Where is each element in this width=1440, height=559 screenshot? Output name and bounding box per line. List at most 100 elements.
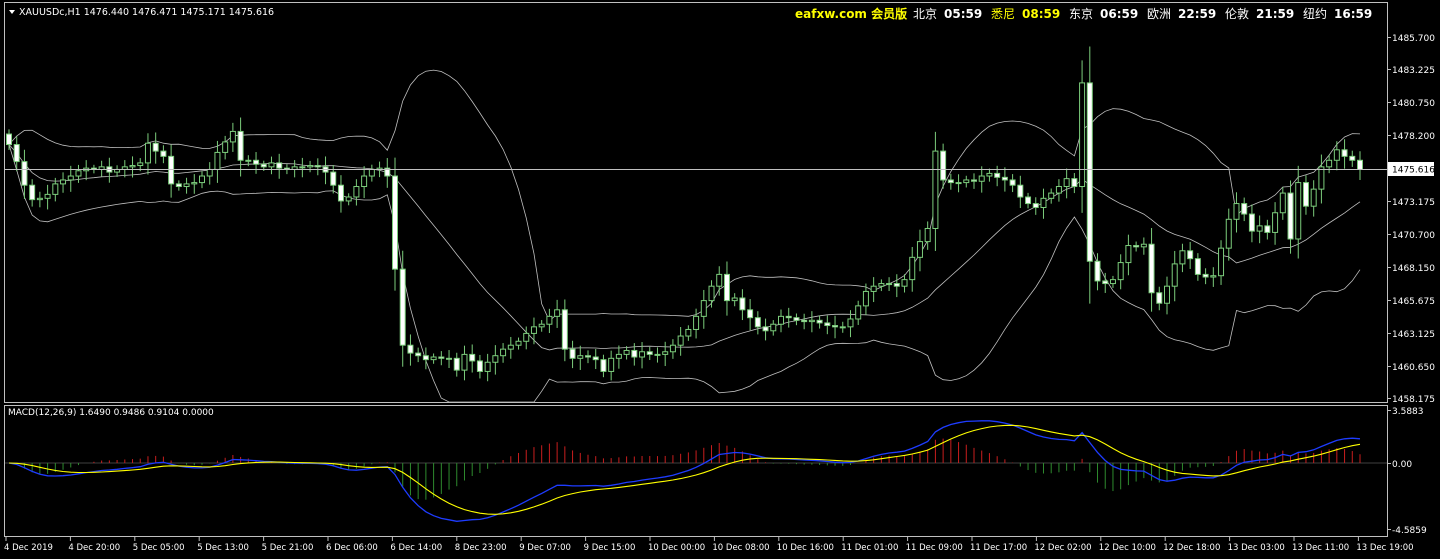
candle-bear: [646, 351, 653, 355]
symbol-info: XAUUSDc,H1 1476.440 1476.471 1475.171 14…: [19, 7, 274, 18]
time-label: 6 Dec 14:00: [390, 543, 442, 553]
candle-bull: [808, 319, 815, 323]
time-label: 11 Dec 01:00: [841, 543, 898, 553]
candle-bear: [947, 179, 954, 184]
candle-bear: [399, 268, 406, 346]
candle-bear: [1094, 260, 1101, 282]
candle-bear: [816, 319, 823, 324]
candle-bear: [1001, 176, 1008, 181]
candle-bull: [361, 175, 368, 188]
time-label: 13 Dec 19:00: [1356, 543, 1413, 553]
candle-bull: [507, 344, 514, 350]
time-label: 9 Dec 07:00: [519, 543, 571, 553]
candle-bear: [793, 317, 800, 321]
candle-bull: [353, 186, 360, 198]
candle-bull: [700, 300, 707, 317]
candle-bear: [585, 355, 591, 358]
candle-bull: [608, 357, 615, 372]
candle-bull: [1256, 225, 1263, 232]
candle-bear: [438, 356, 445, 359]
price-label: 1478.200: [1392, 132, 1435, 142]
clock-city: 伦敦: [1225, 6, 1249, 21]
time-label: 13 Dec 03:00: [1228, 543, 1285, 553]
candle-bull: [1310, 188, 1317, 207]
candle-bear: [422, 355, 429, 361]
candle-bear: [1025, 196, 1032, 205]
current-price-tag: 1475.616: [1388, 162, 1435, 176]
price-label: 1458.175: [1392, 395, 1435, 405]
candle-bull: [955, 182, 962, 185]
candle-bear: [6, 133, 12, 146]
candle-bull: [430, 356, 437, 361]
price-label: 1463.125: [1392, 330, 1435, 340]
candle-bull: [268, 162, 275, 168]
candle-bear: [1349, 155, 1356, 161]
price-label: 1460.650: [1392, 363, 1435, 373]
candle-bull: [677, 335, 684, 346]
candle-bear: [994, 172, 1001, 178]
candle-bull: [662, 351, 669, 355]
candle-bear: [1156, 292, 1163, 304]
candle-bull: [1233, 203, 1240, 220]
candle-bull: [623, 349, 630, 355]
clock-city: 欧洲: [1147, 7, 1171, 21]
candle-bear: [1032, 203, 1039, 208]
candle-bull: [1295, 182, 1302, 240]
clock-time: 16:59: [1334, 7, 1372, 21]
candle-bear: [1248, 213, 1255, 232]
time-label: 10 Dec 08:00: [712, 543, 769, 553]
candle-bear: [276, 162, 283, 169]
candle-bull: [1117, 262, 1124, 281]
candle-bull: [222, 141, 229, 153]
clock-time: 06:59: [1100, 7, 1138, 21]
candle-bull: [901, 279, 908, 287]
candle-bear: [739, 297, 746, 311]
time-label: 6 Dec 06:00: [326, 543, 378, 553]
candle-bull: [1210, 275, 1217, 278]
candle-bear: [940, 150, 947, 181]
candle-bull: [986, 172, 993, 177]
candle-bull: [307, 165, 314, 168]
candle-bull: [916, 241, 923, 258]
candle-bear: [253, 159, 260, 165]
candle-bear: [415, 352, 422, 357]
candle-bull: [886, 283, 893, 286]
candle-bull: [191, 182, 198, 185]
candle-bull: [1326, 159, 1333, 168]
candle-bull: [523, 332, 530, 342]
candle-bear: [592, 356, 599, 361]
candle-bear: [337, 184, 344, 202]
macd-axis-label: 0.00: [1392, 460, 1412, 470]
candle-bull: [183, 183, 190, 188]
candle-bear: [785, 315, 792, 319]
time-label: 8 Dec 23:00: [455, 543, 507, 553]
candle-bull: [909, 256, 916, 281]
candle-bull: [461, 353, 468, 371]
candle-bull: [36, 197, 43, 201]
candle-bear: [600, 359, 607, 372]
candle-bull: [839, 326, 846, 329]
candle-bull: [870, 285, 877, 292]
candle-bull: [368, 168, 375, 177]
candle-bull: [229, 130, 236, 143]
candle-bear: [1302, 182, 1309, 207]
time-label: 10 Dec 16:00: [777, 543, 834, 553]
time-label: 4 Dec 2019: [4, 543, 53, 553]
price-label: 1480.750: [1392, 99, 1435, 109]
candle-bear: [237, 130, 244, 161]
candle-bear: [453, 357, 460, 371]
candle-bull: [693, 315, 700, 330]
candle-bull: [1048, 192, 1055, 199]
candle-bear: [21, 161, 28, 186]
candle-bear: [824, 322, 831, 327]
candle-bull: [546, 315, 553, 325]
chart-canvas[interactable]: XAUUSDc,H1 1476.440 1476.471 1475.171 14…: [0, 0, 1440, 559]
candle-bull: [129, 165, 136, 168]
candle-bull: [924, 227, 931, 243]
candle-bear: [1287, 192, 1294, 240]
candle-bull: [245, 159, 252, 162]
candle-bear: [1357, 159, 1363, 170]
candle-bull: [60, 179, 67, 185]
candle-bull: [515, 340, 522, 346]
candle-bear: [747, 309, 754, 319]
